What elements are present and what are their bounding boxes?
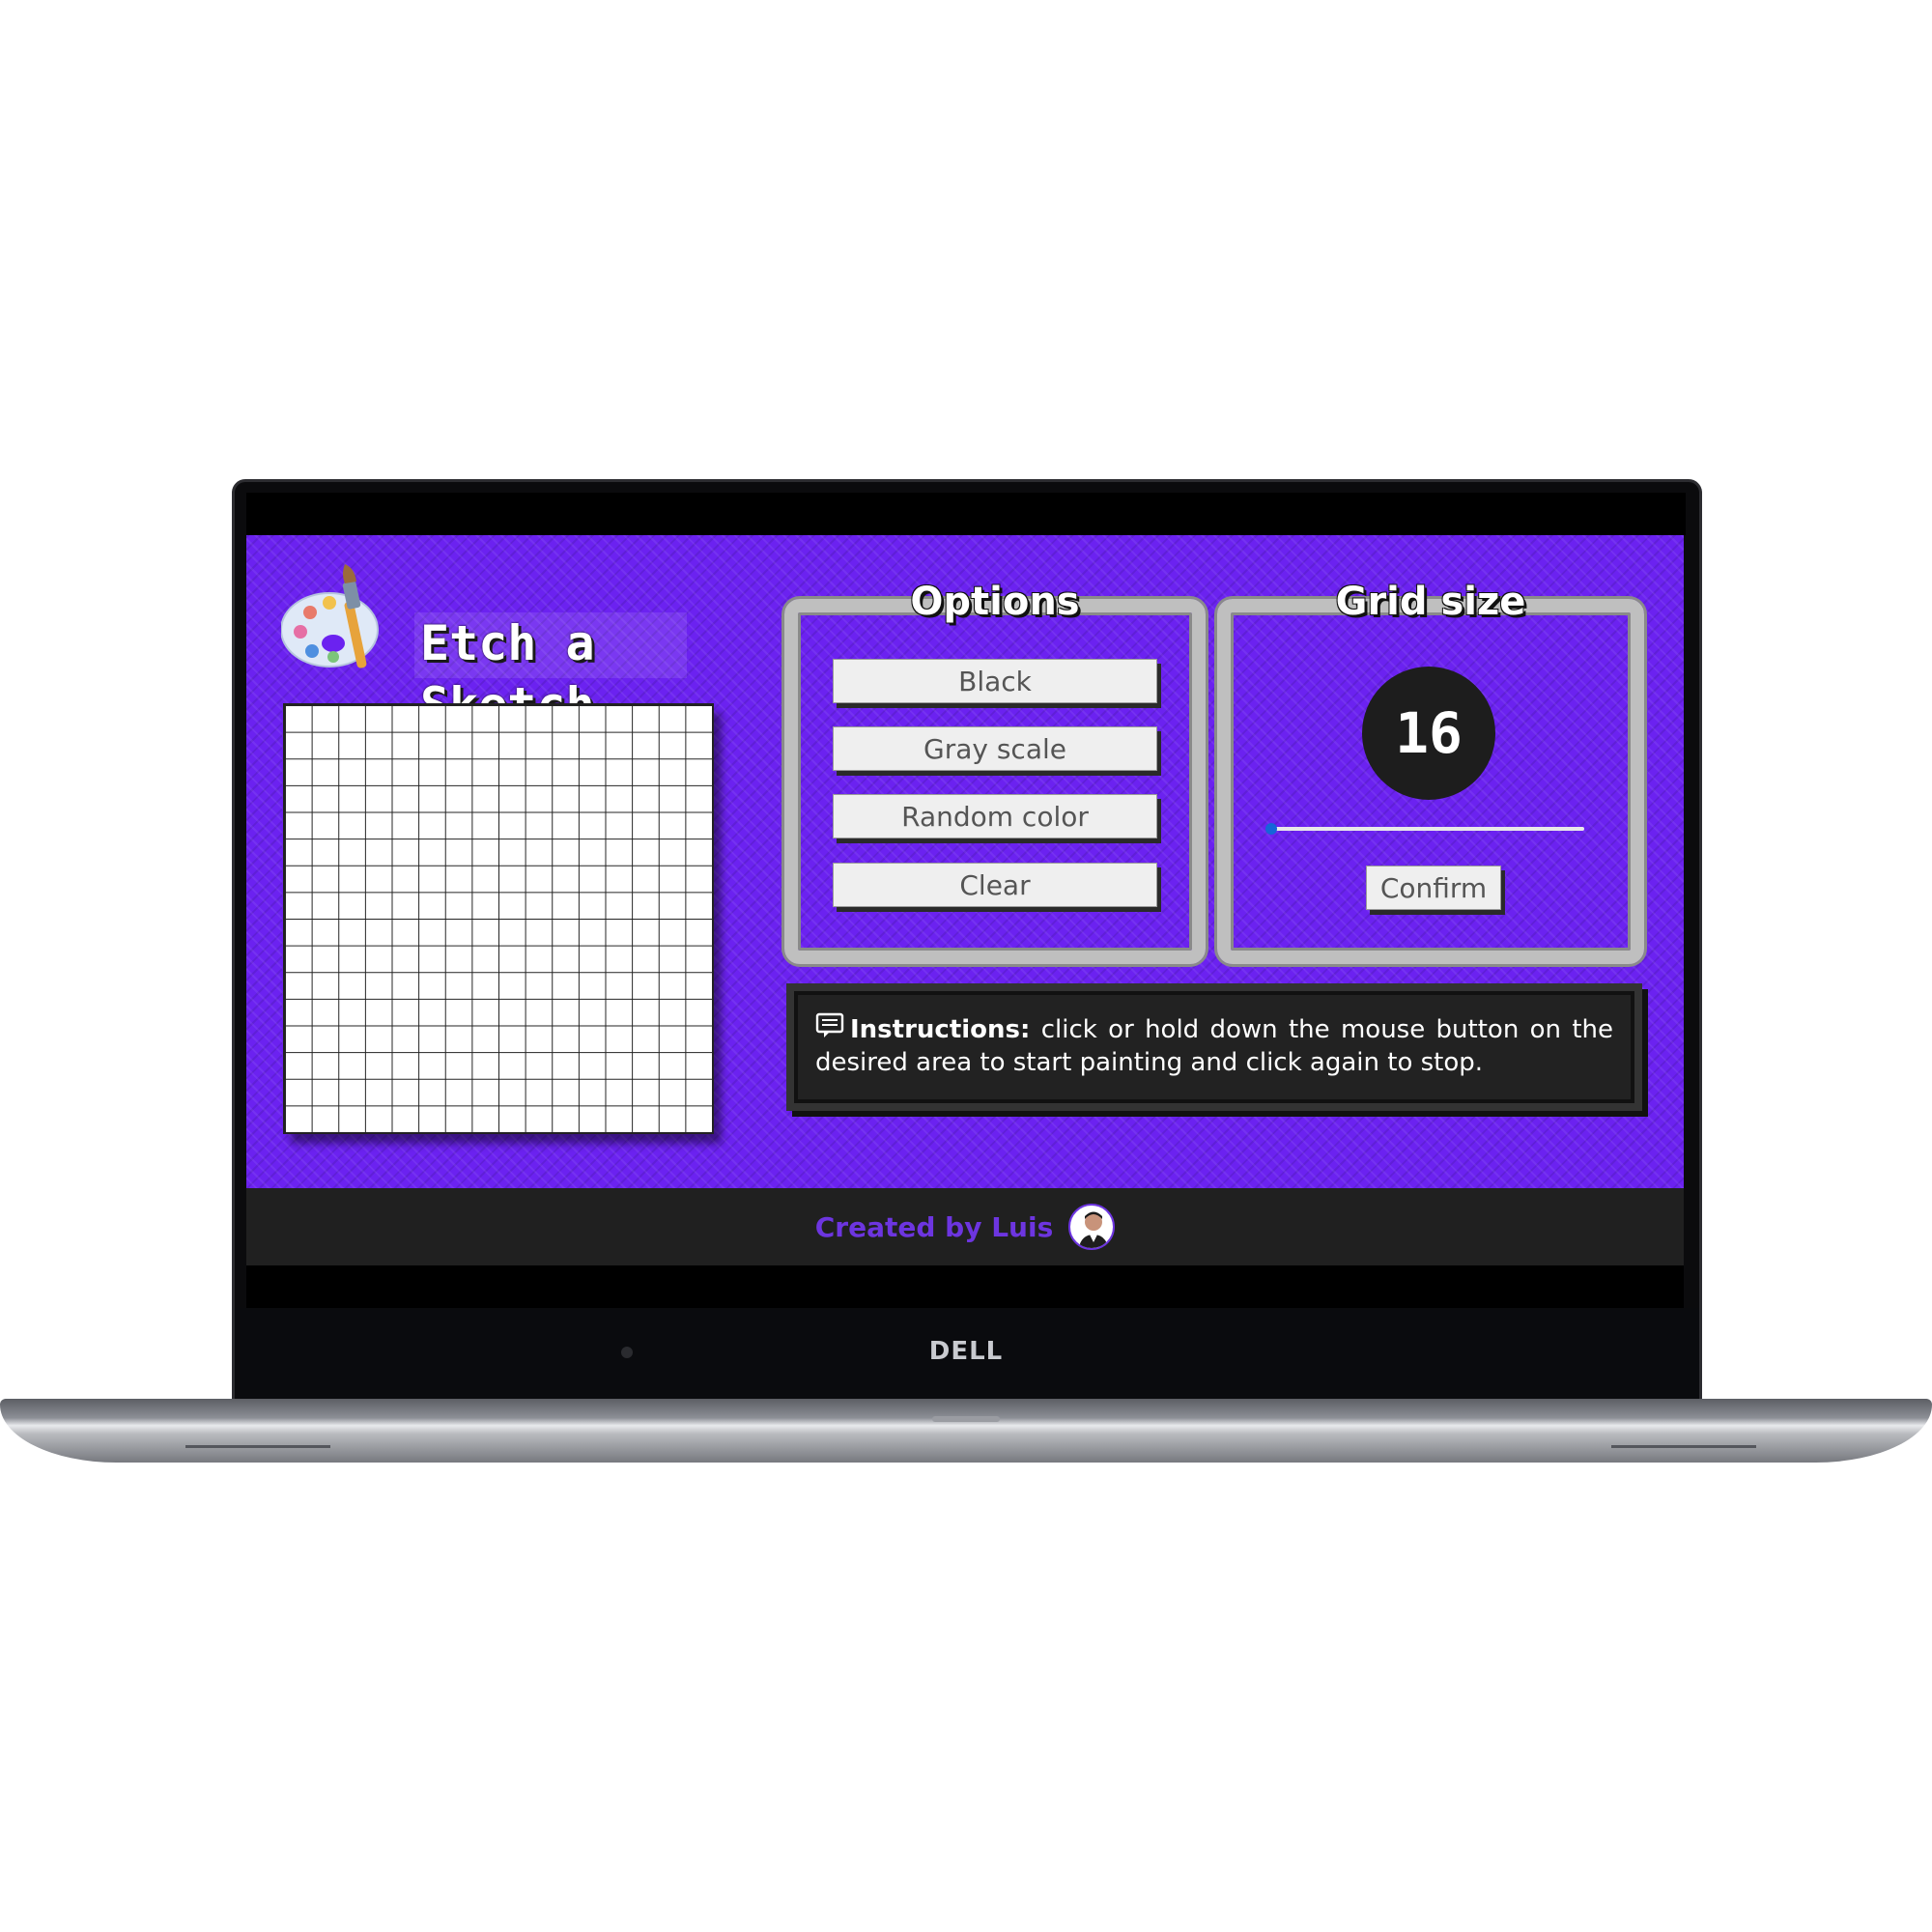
grid-size-heading: Grid size: [1335, 580, 1526, 624]
brand-logo: DELL: [928, 1337, 1004, 1366]
confirm-button[interactable]: Confirm: [1366, 866, 1501, 910]
speaker-grille-right: [1611, 1445, 1756, 1448]
footer: Created by Luis: [246, 1188, 1684, 1265]
avatar[interactable]: [1068, 1204, 1116, 1250]
options-panel: Options Black Gray scale Random color Cl…: [784, 580, 1206, 964]
random-color-button[interactable]: Random color: [833, 794, 1157, 838]
app-header: Etch a Sketch: [281, 562, 687, 733]
instructions-label: Instructions:: [850, 1015, 1031, 1044]
screen-bottom-bezel: [246, 1265, 1684, 1308]
instructions-icon: [815, 1012, 844, 1037]
grid-size-value: 16: [1362, 667, 1495, 800]
app-screen: Etch a Sketch Options Black Gray scale R…: [246, 535, 1684, 1265]
slider-thumb[interactable]: [1265, 823, 1277, 835]
gray-scale-button[interactable]: Gray scale: [833, 726, 1157, 771]
avatar-portrait: [1078, 1211, 1109, 1248]
webcam-icon: [621, 1347, 633, 1358]
laptop-base: [0, 1399, 1932, 1463]
top-bezel: [246, 493, 1686, 535]
grid-size-slider[interactable]: [1269, 827, 1584, 831]
options-heading: Options: [910, 580, 1080, 624]
black-button[interactable]: Black: [833, 659, 1157, 703]
speaker-grille-left: [185, 1445, 330, 1448]
footer-credit[interactable]: Created by Luis: [815, 1211, 1054, 1243]
sketch-grid[interactable]: [283, 703, 714, 1134]
app-title: Etch a Sketch: [414, 612, 687, 733]
base-notch: [932, 1416, 1000, 1422]
palette-icon: [281, 564, 379, 668]
instructions-box: Instructions: click or hold down the mou…: [786, 983, 1642, 1111]
clear-button[interactable]: Clear: [833, 863, 1157, 907]
grid-size-panel: Grid size 16 Confirm: [1217, 580, 1644, 964]
